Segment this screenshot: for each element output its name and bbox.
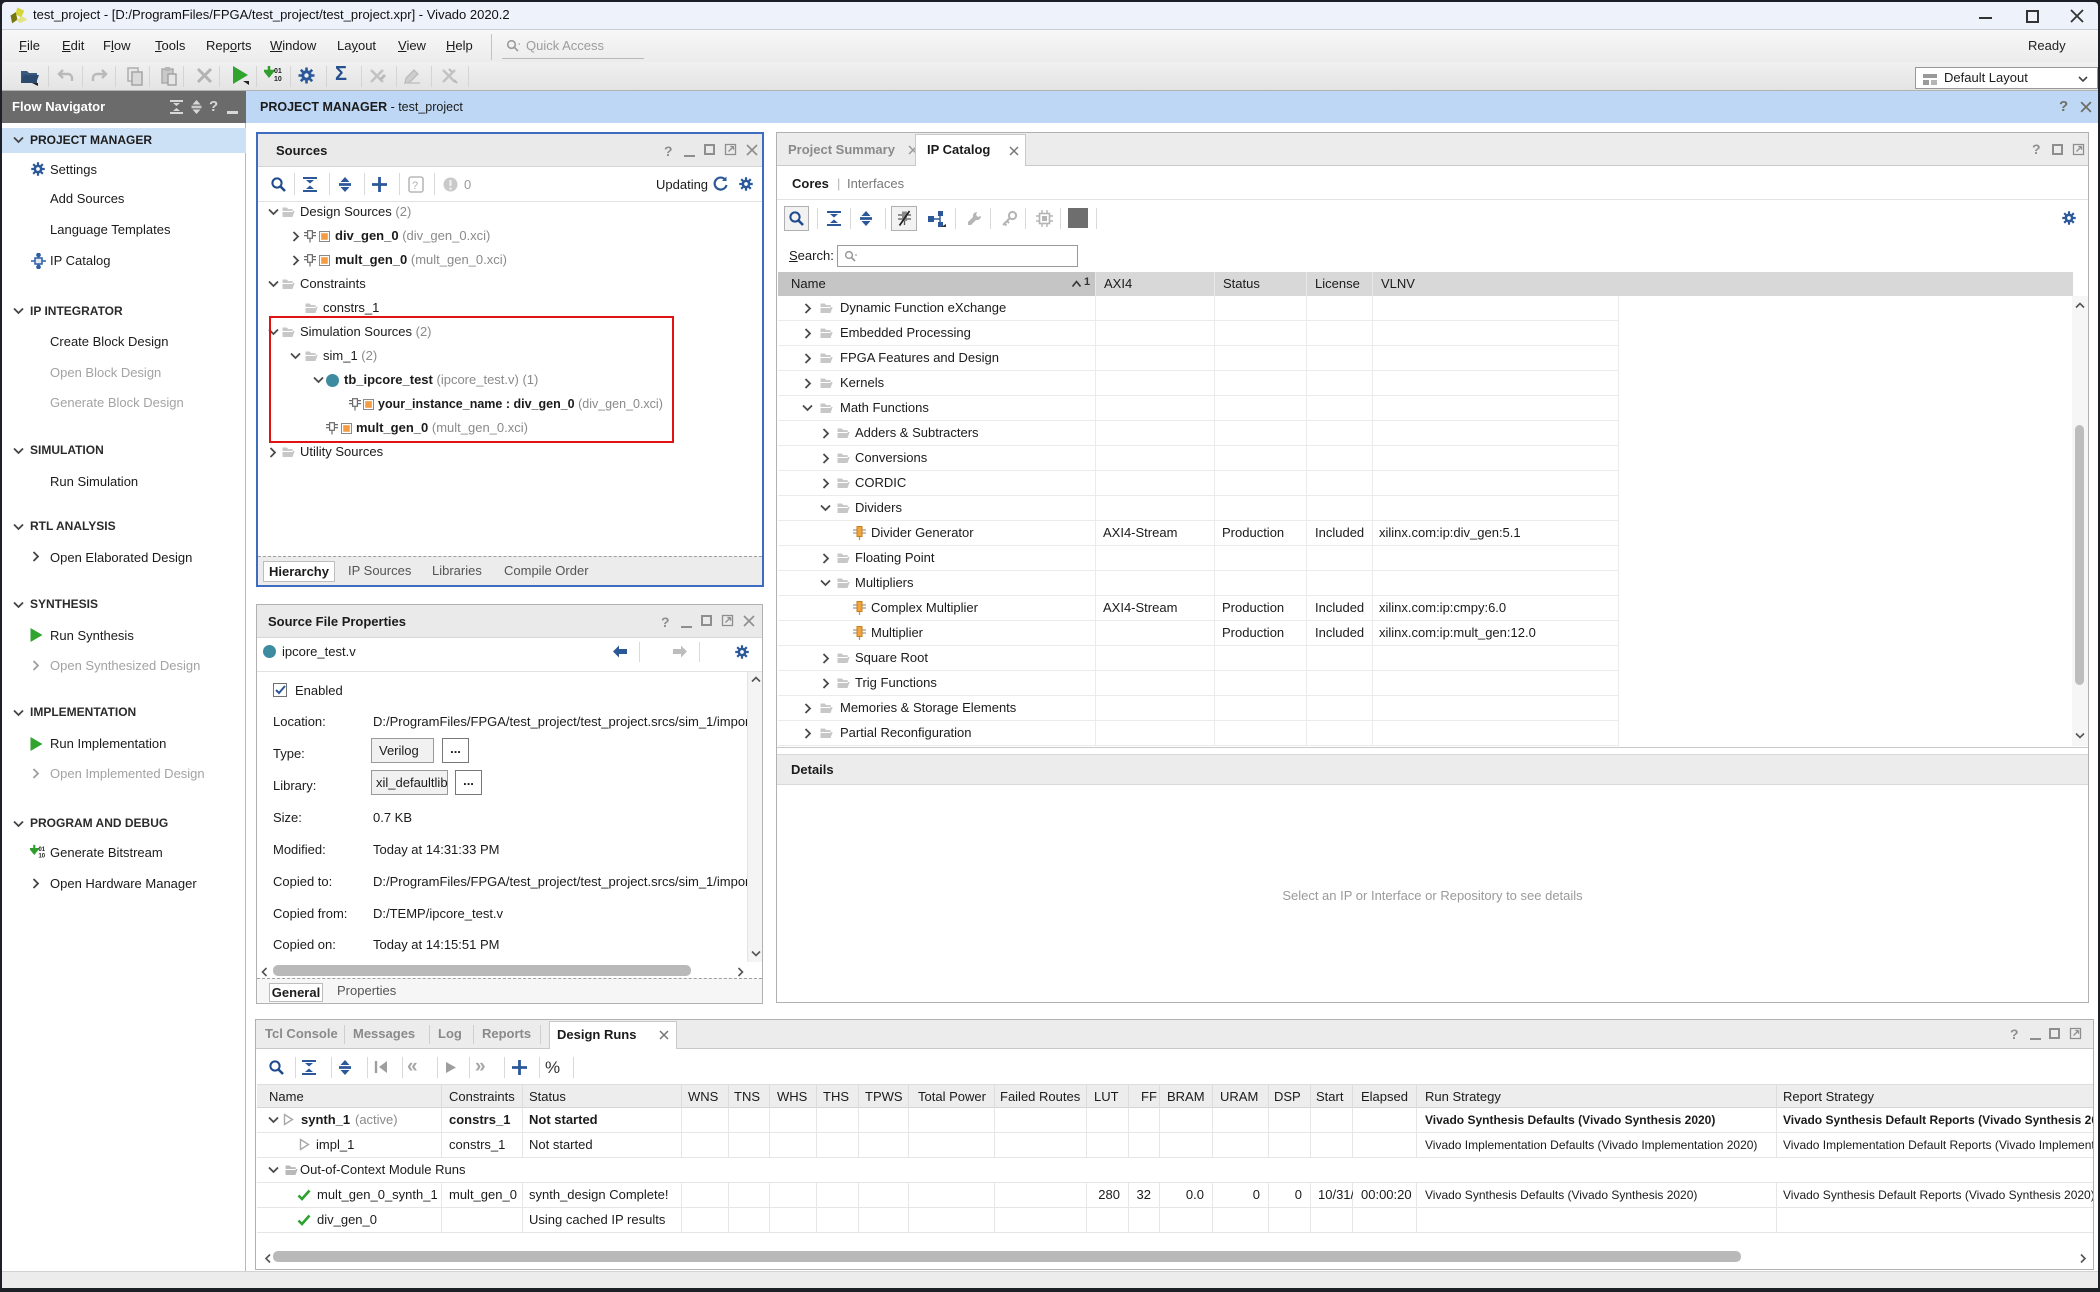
- svg-text:01: 01: [39, 847, 46, 853]
- svg-text:10: 10: [39, 854, 46, 860]
- svg-text:?: ?: [412, 180, 418, 192]
- svg-text:01: 01: [274, 68, 282, 75]
- svg-text:10: 10: [274, 76, 282, 83]
